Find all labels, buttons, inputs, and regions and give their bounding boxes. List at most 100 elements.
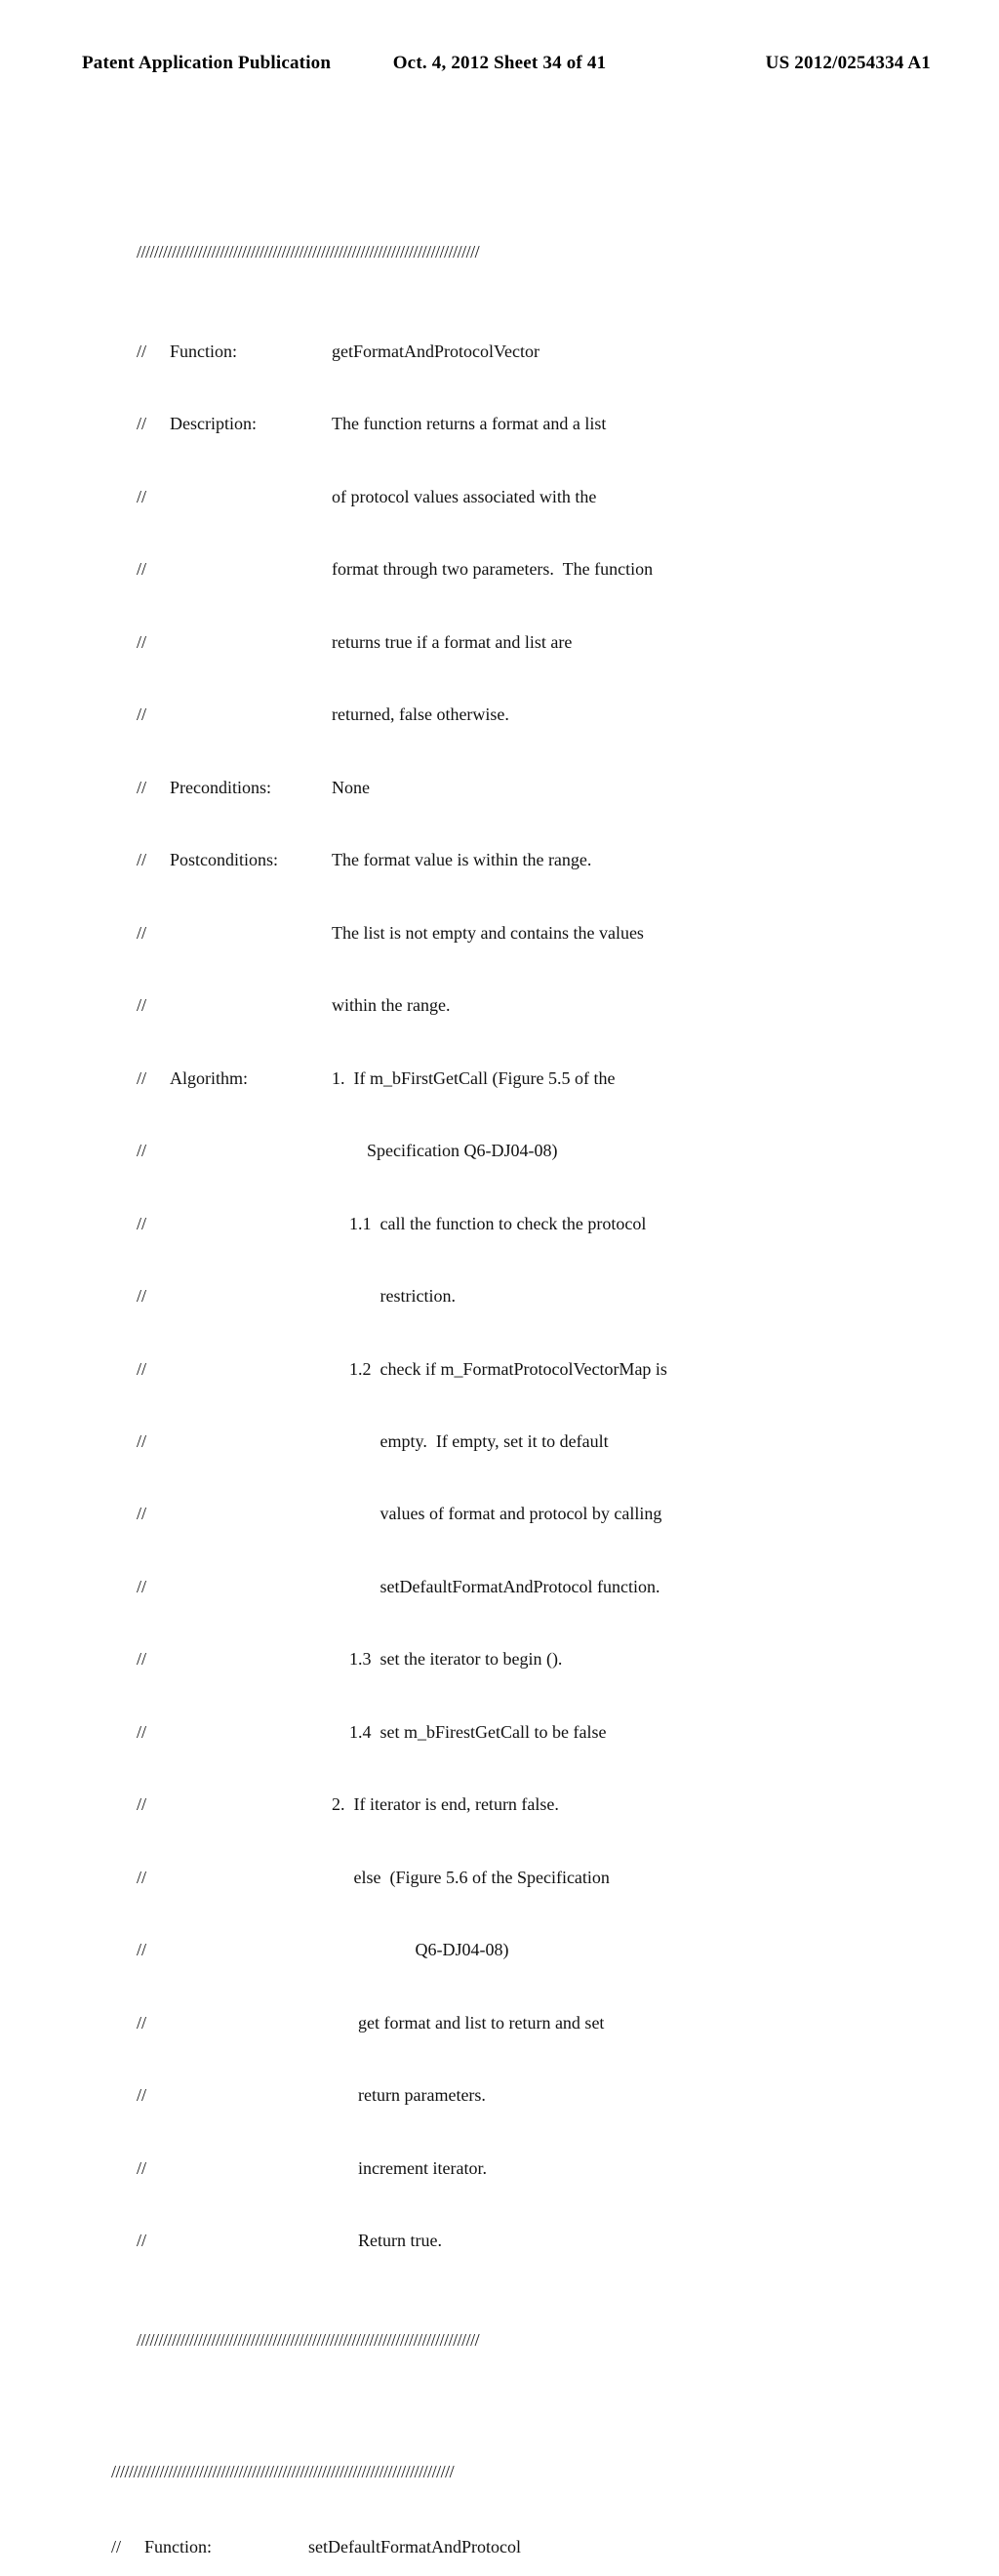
code-text: setDefaultFormatAndProtocol xyxy=(308,2535,931,2559)
code-text: The format value is within the range. xyxy=(332,848,931,872)
comment-mark: // xyxy=(137,557,170,582)
code-label xyxy=(170,1792,332,1817)
code-label xyxy=(170,1866,332,1890)
code-line: // of protocol values associated with the xyxy=(137,485,931,509)
code-label xyxy=(170,921,332,946)
comment-mark: // xyxy=(137,1647,170,1671)
code-text: returns true if a format and list are xyxy=(332,630,931,655)
code-label xyxy=(170,1212,332,1236)
code-text: The function returns a format and a list xyxy=(332,412,931,436)
code-label: Function: xyxy=(144,2535,308,2559)
code-block-1: ////////////////////////////////////////… xyxy=(82,189,931,2403)
comment-mark: // xyxy=(137,340,170,364)
code-label xyxy=(170,1502,332,1526)
code-line: // get format and list to return and set xyxy=(137,2011,931,2035)
code-line: // returns true if a format and list are xyxy=(137,630,931,655)
code-text: else (Figure 5.6 of the Specification xyxy=(332,1866,931,1890)
code-label: Description: xyxy=(170,412,332,436)
code-label xyxy=(170,2156,332,2181)
code-text: None xyxy=(332,776,931,800)
code-line: // Return true. xyxy=(137,2229,931,2253)
code-line: // 1.2 check if m_FormatProtocolVectorMa… xyxy=(137,1357,931,1382)
code-text: Return true. xyxy=(332,2229,931,2253)
code-line: //Algorithm:1. If m_bFirstGetCall (Figur… xyxy=(137,1067,931,1091)
code-text: setDefaultFormatAndProtocol function. xyxy=(332,1575,931,1599)
code-line: //2. If iterator is end, return false. xyxy=(137,1792,931,1817)
code-line: // returned, false otherwise. xyxy=(137,703,931,727)
code-line: // increment iterator. xyxy=(137,2156,931,2181)
comment-mark: // xyxy=(137,1067,170,1091)
comment-mark: // xyxy=(137,1429,170,1454)
page-header: Patent Application Publication Oct. 4, 2… xyxy=(82,53,931,74)
code-text: within the range. xyxy=(332,993,931,1018)
comment-mark: // xyxy=(137,630,170,655)
comment-mark: // xyxy=(137,485,170,509)
code-label xyxy=(170,1139,332,1163)
code-label xyxy=(170,630,332,655)
comment-mark: // xyxy=(137,2229,170,2253)
code-label xyxy=(170,2229,332,2253)
comment-mark: // xyxy=(137,1212,170,1236)
code-label xyxy=(170,2011,332,2035)
comment-mark: // xyxy=(111,2535,144,2559)
code-label xyxy=(170,1647,332,1671)
code-line: // Q6-DJ04-08) xyxy=(137,1938,931,1962)
code-text: return parameters. xyxy=(332,2083,931,2108)
comment-mark: // xyxy=(137,2011,170,2035)
code-label: Function: xyxy=(170,340,332,364)
slash-divider: ////////////////////////////////////////… xyxy=(137,2330,931,2352)
code-line: //Postconditions:The format value is wit… xyxy=(137,848,931,872)
code-line: //Preconditions:None xyxy=(137,776,931,800)
code-line: // setDefaultFormatAndProtocol function. xyxy=(137,1575,931,1599)
code-text: format through two parameters. The funct… xyxy=(332,557,931,582)
code-line: //The list is not empty and contains the… xyxy=(137,921,931,946)
header-mid: Oct. 4, 2012 Sheet 34 of 41 xyxy=(393,53,607,74)
code-text: empty. If empty, set it to default xyxy=(332,1429,931,1454)
code-line: // return parameters. xyxy=(137,2083,931,2108)
comment-mark: // xyxy=(137,703,170,727)
comment-mark: // xyxy=(137,1139,170,1163)
header-right: US 2012/0254334 A1 xyxy=(766,53,931,74)
header-left: Patent Application Publication xyxy=(82,53,331,74)
code-text: 1.2 check if m_FormatProtocolVectorMap i… xyxy=(332,1357,931,1382)
code-text: Specification Q6-DJ04-08) xyxy=(332,1139,931,1163)
code-text: 1.1 call the function to check the proto… xyxy=(332,1212,931,1236)
code-label xyxy=(170,1938,332,1962)
code-line: // else (Figure 5.6 of the Specification xyxy=(137,1866,931,1890)
slash-divider: ////////////////////////////////////////… xyxy=(111,2462,931,2483)
code-label xyxy=(170,993,332,1018)
code-line: //Function:setDefaultFormatAndProtocol xyxy=(111,2535,931,2559)
comment-mark: // xyxy=(137,1866,170,1890)
code-label xyxy=(170,557,332,582)
code-line: // 1.4 set m_bFirestGetCall to be false xyxy=(137,1720,931,1745)
comment-mark: // xyxy=(137,412,170,436)
code-line: // format through two parameters. The fun… xyxy=(137,557,931,582)
slash-divider: ////////////////////////////////////////… xyxy=(137,242,931,263)
code-label xyxy=(170,2083,332,2108)
code-text: 1. If m_bFirstGetCall (Figure 5.5 of the xyxy=(332,1067,931,1091)
comment-mark: // xyxy=(137,1357,170,1382)
code-text: 1.4 set m_bFirestGetCall to be false xyxy=(332,1720,931,1745)
code-label xyxy=(170,1429,332,1454)
comment-mark: // xyxy=(137,848,170,872)
comment-mark: // xyxy=(137,2156,170,2181)
code-line: // empty. If empty, set it to default xyxy=(137,1429,931,1454)
code-text: Q6-DJ04-08) xyxy=(332,1938,931,1962)
comment-mark: // xyxy=(137,1502,170,1526)
code-label xyxy=(170,1575,332,1599)
code-label: Algorithm: xyxy=(170,1067,332,1091)
code-text: get format and list to return and set xyxy=(332,2011,931,2035)
page: Patent Application Publication Oct. 4, 2… xyxy=(0,0,999,1288)
comment-mark: // xyxy=(137,1720,170,1745)
code-line: //Description:The function returns a for… xyxy=(137,412,931,436)
code-line: // values of format and protocol by call… xyxy=(137,1502,931,1526)
code-label xyxy=(170,485,332,509)
code-text: returned, false otherwise. xyxy=(332,703,931,727)
code-text: of protocol values associated with the xyxy=(332,485,931,509)
code-line: //within the range. xyxy=(137,993,931,1018)
code-text: 1.3 set the iterator to begin (). xyxy=(332,1647,931,1671)
code-text: 2. If iterator is end, return false. xyxy=(332,1792,931,1817)
code-line: // 1.3 set the iterator to begin (). xyxy=(137,1647,931,1671)
code-label xyxy=(170,1357,332,1382)
code-text: values of format and protocol by calling xyxy=(332,1502,931,1526)
